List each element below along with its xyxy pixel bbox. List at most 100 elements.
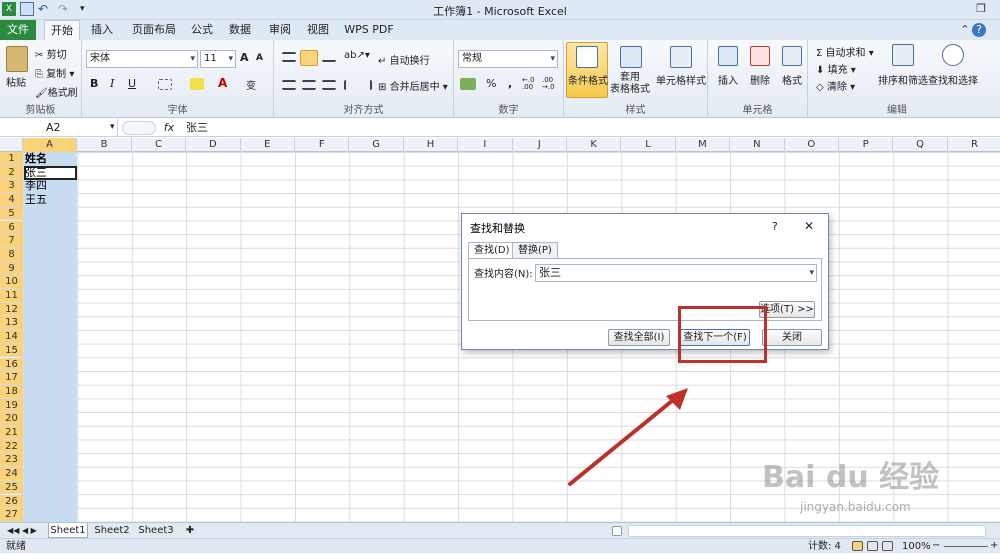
- shrink-font-button[interactable]: A: [256, 53, 263, 63]
- cell-styles-button[interactable]: 单元格样式: [656, 72, 706, 87]
- cell-a2[interactable]: 张三: [25, 166, 47, 180]
- row-header-14[interactable]: 14: [0, 330, 23, 344]
- sort-filter-icon[interactable]: [892, 44, 914, 66]
- sort-filter-button[interactable]: 排序和筛选: [878, 72, 928, 87]
- insert-function-button[interactable]: fx: [160, 119, 178, 137]
- format-painter-button[interactable]: 🖌格式刷: [35, 84, 78, 99]
- percent-button[interactable]: %: [486, 77, 496, 90]
- find-what-input[interactable]: 张三: [535, 264, 817, 282]
- binoculars-icon[interactable]: [942, 44, 964, 66]
- sheet-tab-2[interactable]: Sheet2: [92, 523, 132, 538]
- row-header-16[interactable]: 16: [0, 357, 23, 372]
- zoom-handle-icon[interactable]: [122, 121, 156, 135]
- column-header-c[interactable]: C: [132, 138, 187, 152]
- increase-decimal-button[interactable]: ←.0 .00: [522, 77, 540, 91]
- row-header-17[interactable]: 17: [0, 371, 23, 385]
- tab-formulas[interactable]: 公式: [184, 20, 220, 40]
- format-cells-button[interactable]: 格式: [782, 72, 802, 87]
- tab-review[interactable]: 审阅: [262, 20, 298, 40]
- align-middle-icon[interactable]: [300, 50, 318, 66]
- ribbon-minimize-icon[interactable]: ⌃: [958, 23, 972, 37]
- decrease-indent-icon[interactable]: [344, 80, 356, 90]
- column-header-h[interactable]: H: [404, 138, 459, 152]
- column-header-m[interactable]: M: [676, 138, 731, 152]
- tab-page-layout[interactable]: 页面布局: [126, 20, 182, 40]
- format-as-table-button[interactable]: 套用 表格格式: [610, 72, 650, 96]
- row-header-24[interactable]: 24: [0, 467, 23, 481]
- column-header-k[interactable]: K: [567, 138, 622, 152]
- dialog-close-icon[interactable]: ✕: [804, 219, 814, 233]
- row-header-3[interactable]: 3: [0, 179, 23, 194]
- align-left-icon[interactable]: [282, 80, 296, 90]
- row-header-4[interactable]: 4: [0, 193, 23, 207]
- sheet-tab-3[interactable]: Sheet3: [136, 523, 176, 538]
- format-as-table-icon[interactable]: [620, 46, 642, 68]
- row-header-23[interactable]: 23: [0, 453, 23, 468]
- row-header-15[interactable]: 15: [0, 343, 23, 358]
- phonetic-button[interactable]: 变: [246, 77, 256, 92]
- accounting-format-icon[interactable]: [460, 78, 476, 90]
- sheet-tab-1[interactable]: Sheet1: [48, 523, 88, 538]
- select-all-corner[interactable]: [0, 138, 23, 152]
- tab-replace[interactable]: 替换(P): [512, 242, 558, 259]
- name-box[interactable]: A2: [0, 119, 118, 137]
- delete-cells-button[interactable]: 删除: [750, 72, 770, 87]
- column-header-f[interactable]: F: [295, 138, 350, 152]
- formula-input[interactable]: 张三: [186, 119, 208, 137]
- font-size-select[interactable]: 11: [200, 50, 236, 68]
- find-all-button[interactable]: 查找全部(I): [608, 329, 670, 346]
- orientation-icon[interactable]: ab↗▾: [344, 50, 370, 61]
- options-button[interactable]: 选项(T) >>: [759, 301, 815, 318]
- cell-styles-icon[interactable]: [670, 46, 692, 68]
- row-header-22[interactable]: 22: [0, 439, 23, 454]
- column-header-o[interactable]: O: [785, 138, 839, 152]
- zoom-out-button[interactable]: −: [932, 539, 940, 553]
- column-header-b[interactable]: B: [77, 138, 132, 152]
- paste-icon[interactable]: [6, 46, 28, 72]
- row-header-13[interactable]: 13: [0, 316, 23, 331]
- column-header-g[interactable]: G: [349, 138, 404, 152]
- font-color-button[interactable]: A: [218, 76, 227, 90]
- underline-button[interactable]: U: [128, 77, 136, 90]
- row-header-26[interactable]: 26: [0, 494, 23, 509]
- align-bottom-icon[interactable]: [322, 52, 336, 62]
- merge-center-button[interactable]: ⊞ 合并后居中 ▾: [378, 78, 448, 93]
- tab-home[interactable]: 开始: [44, 20, 80, 41]
- insert-cells-button[interactable]: 插入: [718, 72, 738, 87]
- fill-color-icon[interactable]: [190, 78, 204, 90]
- column-header-i[interactable]: I: [458, 138, 513, 152]
- align-top-icon[interactable]: [282, 52, 296, 62]
- number-format-select[interactable]: 常规: [458, 50, 558, 68]
- row-header-11[interactable]: 11: [0, 289, 23, 303]
- dialog-help-button[interactable]: ?: [772, 220, 778, 233]
- fill-button[interactable]: ⬇ 填充 ▾: [816, 61, 856, 76]
- restore-window-icon[interactable]: ❐: [974, 2, 988, 16]
- name-box-dropdown-icon[interactable]: ▾: [110, 122, 115, 132]
- column-header-n[interactable]: N: [730, 138, 785, 152]
- row-header-19[interactable]: 19: [0, 398, 23, 413]
- zoom-in-button[interactable]: +: [990, 539, 998, 553]
- wrap-text-button[interactable]: ↵ 自动换行: [378, 52, 430, 67]
- row-header-7[interactable]: 7: [0, 234, 23, 248]
- delete-cells-icon[interactable]: [750, 46, 770, 66]
- decrease-decimal-button[interactable]: .00 →.0: [542, 77, 560, 91]
- normal-view-icon[interactable]: [852, 541, 863, 551]
- find-select-button[interactable]: 查找和选择: [928, 72, 978, 87]
- column-header-r[interactable]: R: [948, 138, 1000, 152]
- page-break-view-icon[interactable]: [882, 541, 893, 551]
- row-header-6[interactable]: 6: [0, 220, 23, 235]
- horizontal-scrollbar[interactable]: [628, 525, 986, 537]
- column-header-p[interactable]: P: [839, 138, 894, 152]
- autosum-button[interactable]: Σ 自动求和 ▾: [816, 44, 874, 59]
- align-right-icon[interactable]: [322, 80, 336, 90]
- row-header-1[interactable]: 1: [0, 152, 23, 166]
- page-layout-view-icon[interactable]: [867, 541, 878, 551]
- close-button[interactable]: 关闭: [762, 329, 822, 346]
- row-header-25[interactable]: 25: [0, 480, 23, 495]
- column-header-q[interactable]: Q: [893, 138, 948, 152]
- row-header-10[interactable]: 10: [0, 275, 23, 289]
- tab-file[interactable]: 文件: [0, 20, 36, 40]
- split-handle-icon[interactable]: [612, 526, 622, 536]
- cell-a4[interactable]: 王五: [25, 193, 47, 207]
- cell-a3[interactable]: 李四: [25, 179, 47, 193]
